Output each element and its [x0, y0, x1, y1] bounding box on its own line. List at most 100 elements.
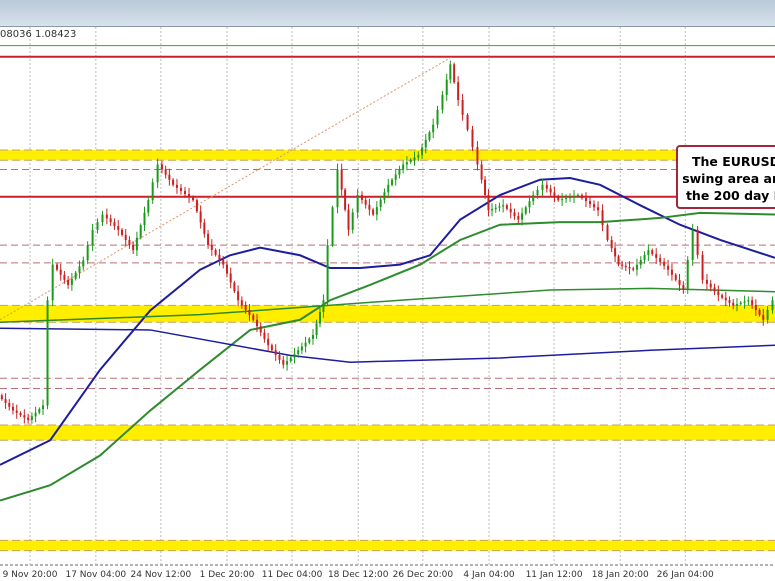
candle-body [308, 338, 311, 343]
candle-body [351, 212, 354, 230]
candle-body [524, 207, 527, 214]
candle-body [580, 195, 583, 199]
candle-body [639, 259, 642, 265]
candle-body [624, 265, 627, 268]
candle-body [593, 204, 596, 208]
candle-body [717, 291, 720, 296]
candle-body [30, 416, 33, 420]
candle-body [517, 216, 520, 220]
x-tick-label: 1 Dec 20:00 [200, 570, 255, 580]
candle-body [743, 301, 746, 303]
candle-body [758, 310, 761, 315]
candle-body [364, 199, 367, 205]
candle-body [549, 188, 552, 193]
candle-body [521, 213, 524, 220]
candle-body [372, 209, 375, 215]
candle-body [184, 190, 187, 195]
candle-body [405, 162, 408, 165]
candle-body [569, 197, 572, 199]
candle-body [682, 284, 685, 291]
candle-body [713, 287, 716, 292]
candle-body [606, 225, 609, 240]
x-tick-label: 26 Jan 04:00 [657, 570, 714, 580]
candle-body [643, 255, 646, 260]
x-tick-label: 17 Nov 04:00 [65, 570, 126, 580]
candle-body [237, 291, 240, 301]
candle-body [572, 196, 575, 198]
candle-body [655, 254, 658, 258]
candle-body [23, 415, 26, 418]
candle-body [721, 295, 724, 298]
candle-body [532, 195, 535, 202]
candle-body [210, 245, 213, 250]
candle-body [117, 225, 120, 230]
candle-body [248, 310, 251, 315]
candle-body [67, 279, 70, 285]
candle-body [70, 278, 73, 285]
candle-body [541, 184, 544, 190]
candle-body [557, 196, 560, 201]
candle-body [614, 248, 617, 257]
candle-body [347, 209, 350, 230]
candle-body [278, 354, 281, 360]
candle-body [82, 260, 85, 267]
candle-body [628, 267, 631, 269]
candle-body [128, 239, 131, 246]
candle-body [691, 229, 694, 260]
candle-body [667, 265, 670, 270]
candle-body [4, 399, 7, 403]
candle-body [476, 147, 479, 165]
candle-body [436, 109, 439, 125]
candle-body [256, 319, 259, 327]
candle-body [545, 184, 548, 189]
candle-body [487, 195, 490, 211]
candle-body [293, 353, 296, 358]
candle-body [105, 214, 108, 219]
candle-body [304, 342, 307, 347]
candle-body [172, 179, 175, 185]
candle-body [686, 259, 689, 291]
candle-body [160, 164, 163, 170]
candle-body [428, 132, 431, 140]
candle-body [11, 406, 14, 411]
candle-body [732, 302, 735, 306]
candle-body [588, 201, 591, 205]
candle-body [565, 198, 568, 200]
candle-body [762, 314, 765, 320]
candle-body [109, 218, 112, 223]
candle-body [621, 264, 624, 266]
candle-body [505, 205, 508, 209]
x-tick-label: 18 Dec 12:00 [328, 570, 389, 580]
candle-body [179, 187, 182, 191]
candle-body [663, 261, 666, 266]
support-resistance-band [0, 424, 775, 441]
candle-body [502, 205, 505, 207]
candle-body [528, 201, 531, 208]
candle-body [121, 229, 124, 235]
candle-body [513, 212, 516, 217]
support-resistance-band [0, 540, 775, 551]
candle-body [771, 300, 774, 311]
candle-body [225, 264, 228, 274]
candle-body [659, 257, 662, 262]
candle-body [63, 274, 66, 280]
x-tick-label: 11 Jan 12:00 [526, 570, 583, 580]
candle-body [409, 159, 412, 163]
x-tick-label: 11 Dec 04:00 [262, 570, 323, 580]
candle-body [696, 229, 699, 255]
annotation-line: The EURUSD [691, 154, 775, 169]
candle-body [199, 211, 202, 223]
annotation-box: The EURUSD swing area and the 200 day M [676, 145, 775, 209]
candle-body [274, 350, 277, 355]
ohlc-readout: 08036 1.08423 [0, 29, 77, 40]
candle-body [553, 192, 556, 197]
candle-body [480, 164, 483, 180]
support-resistance-band [0, 305, 775, 323]
candle-body [300, 346, 303, 351]
candle-body [584, 198, 587, 202]
candle-body [218, 254, 221, 260]
candle-body [263, 332, 266, 339]
candle-body [143, 212, 146, 226]
candle-body [252, 314, 255, 320]
moving-average-line [0, 327, 775, 363]
